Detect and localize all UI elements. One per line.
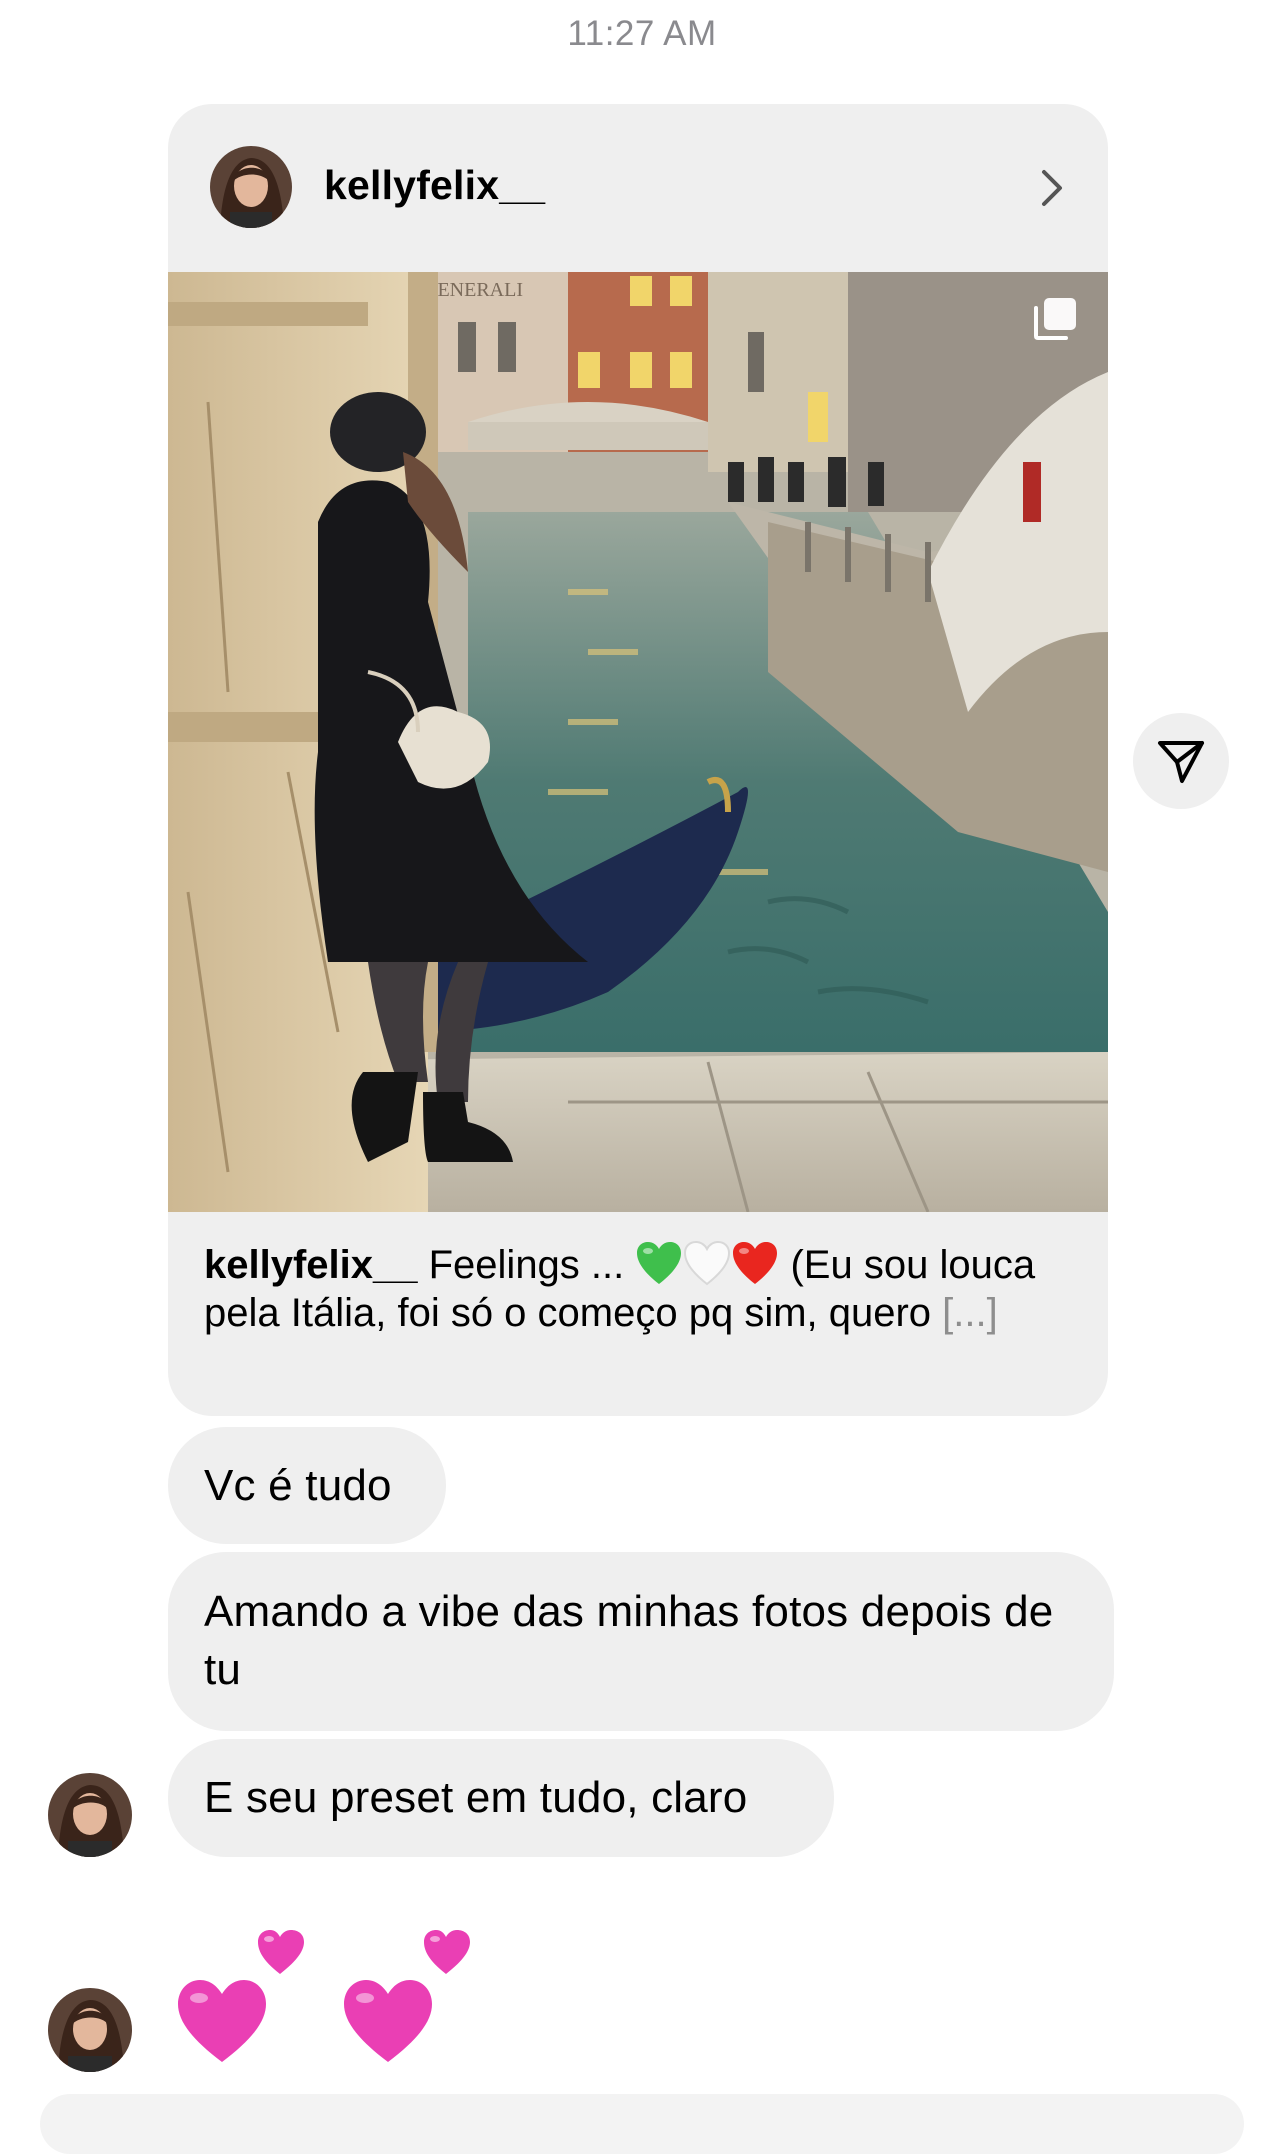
shared-post-card[interactable]: kellyfelix__ GENERALI kellyfelix__ Feeli… xyxy=(168,104,1108,1416)
caption-more-link[interactable]: [...] xyxy=(942,1291,998,1335)
two-hearts-emoji-message[interactable] xyxy=(172,1912,502,2072)
message-composer-edge[interactable] xyxy=(40,2094,1244,2154)
white-heart-icon xyxy=(684,1240,731,1286)
sender-avatar[interactable] xyxy=(48,1773,132,1857)
red-heart-icon xyxy=(733,1242,778,1284)
caption-text-start: Feelings ... xyxy=(417,1243,636,1287)
shared-post-image[interactable]: GENERALI xyxy=(168,272,1108,1212)
two-hearts-icon xyxy=(178,1930,304,2062)
shared-post-header[interactable]: kellyfelix__ xyxy=(168,104,1108,272)
message-bubble[interactable]: E seu preset em tudo, claro xyxy=(168,1739,834,1857)
post-author-username[interactable]: kellyfelix__ xyxy=(324,162,545,209)
paper-plane-icon xyxy=(1158,741,1204,783)
share-post-button[interactable] xyxy=(1133,713,1229,809)
post-author-avatar[interactable] xyxy=(210,146,292,228)
sender-avatar[interactable] xyxy=(48,1988,132,2072)
carousel-indicator-icon xyxy=(1034,298,1076,340)
two-hearts-icon xyxy=(344,1930,470,2062)
green-heart-icon xyxy=(637,1242,682,1284)
message-bubble[interactable]: Amando a vibe das minhas fotos depois de… xyxy=(168,1552,1114,1731)
caption-username: kellyfelix__ xyxy=(204,1243,418,1287)
message-bubble[interactable]: Vc é tudo xyxy=(168,1427,446,1544)
message-timestamp: 11:27 AM xyxy=(567,14,717,53)
shared-post-caption: kellyfelix__ Feelings ... (Eu sou louca … xyxy=(204,1240,1074,1337)
chevron-right-icon[interactable] xyxy=(1034,166,1070,210)
